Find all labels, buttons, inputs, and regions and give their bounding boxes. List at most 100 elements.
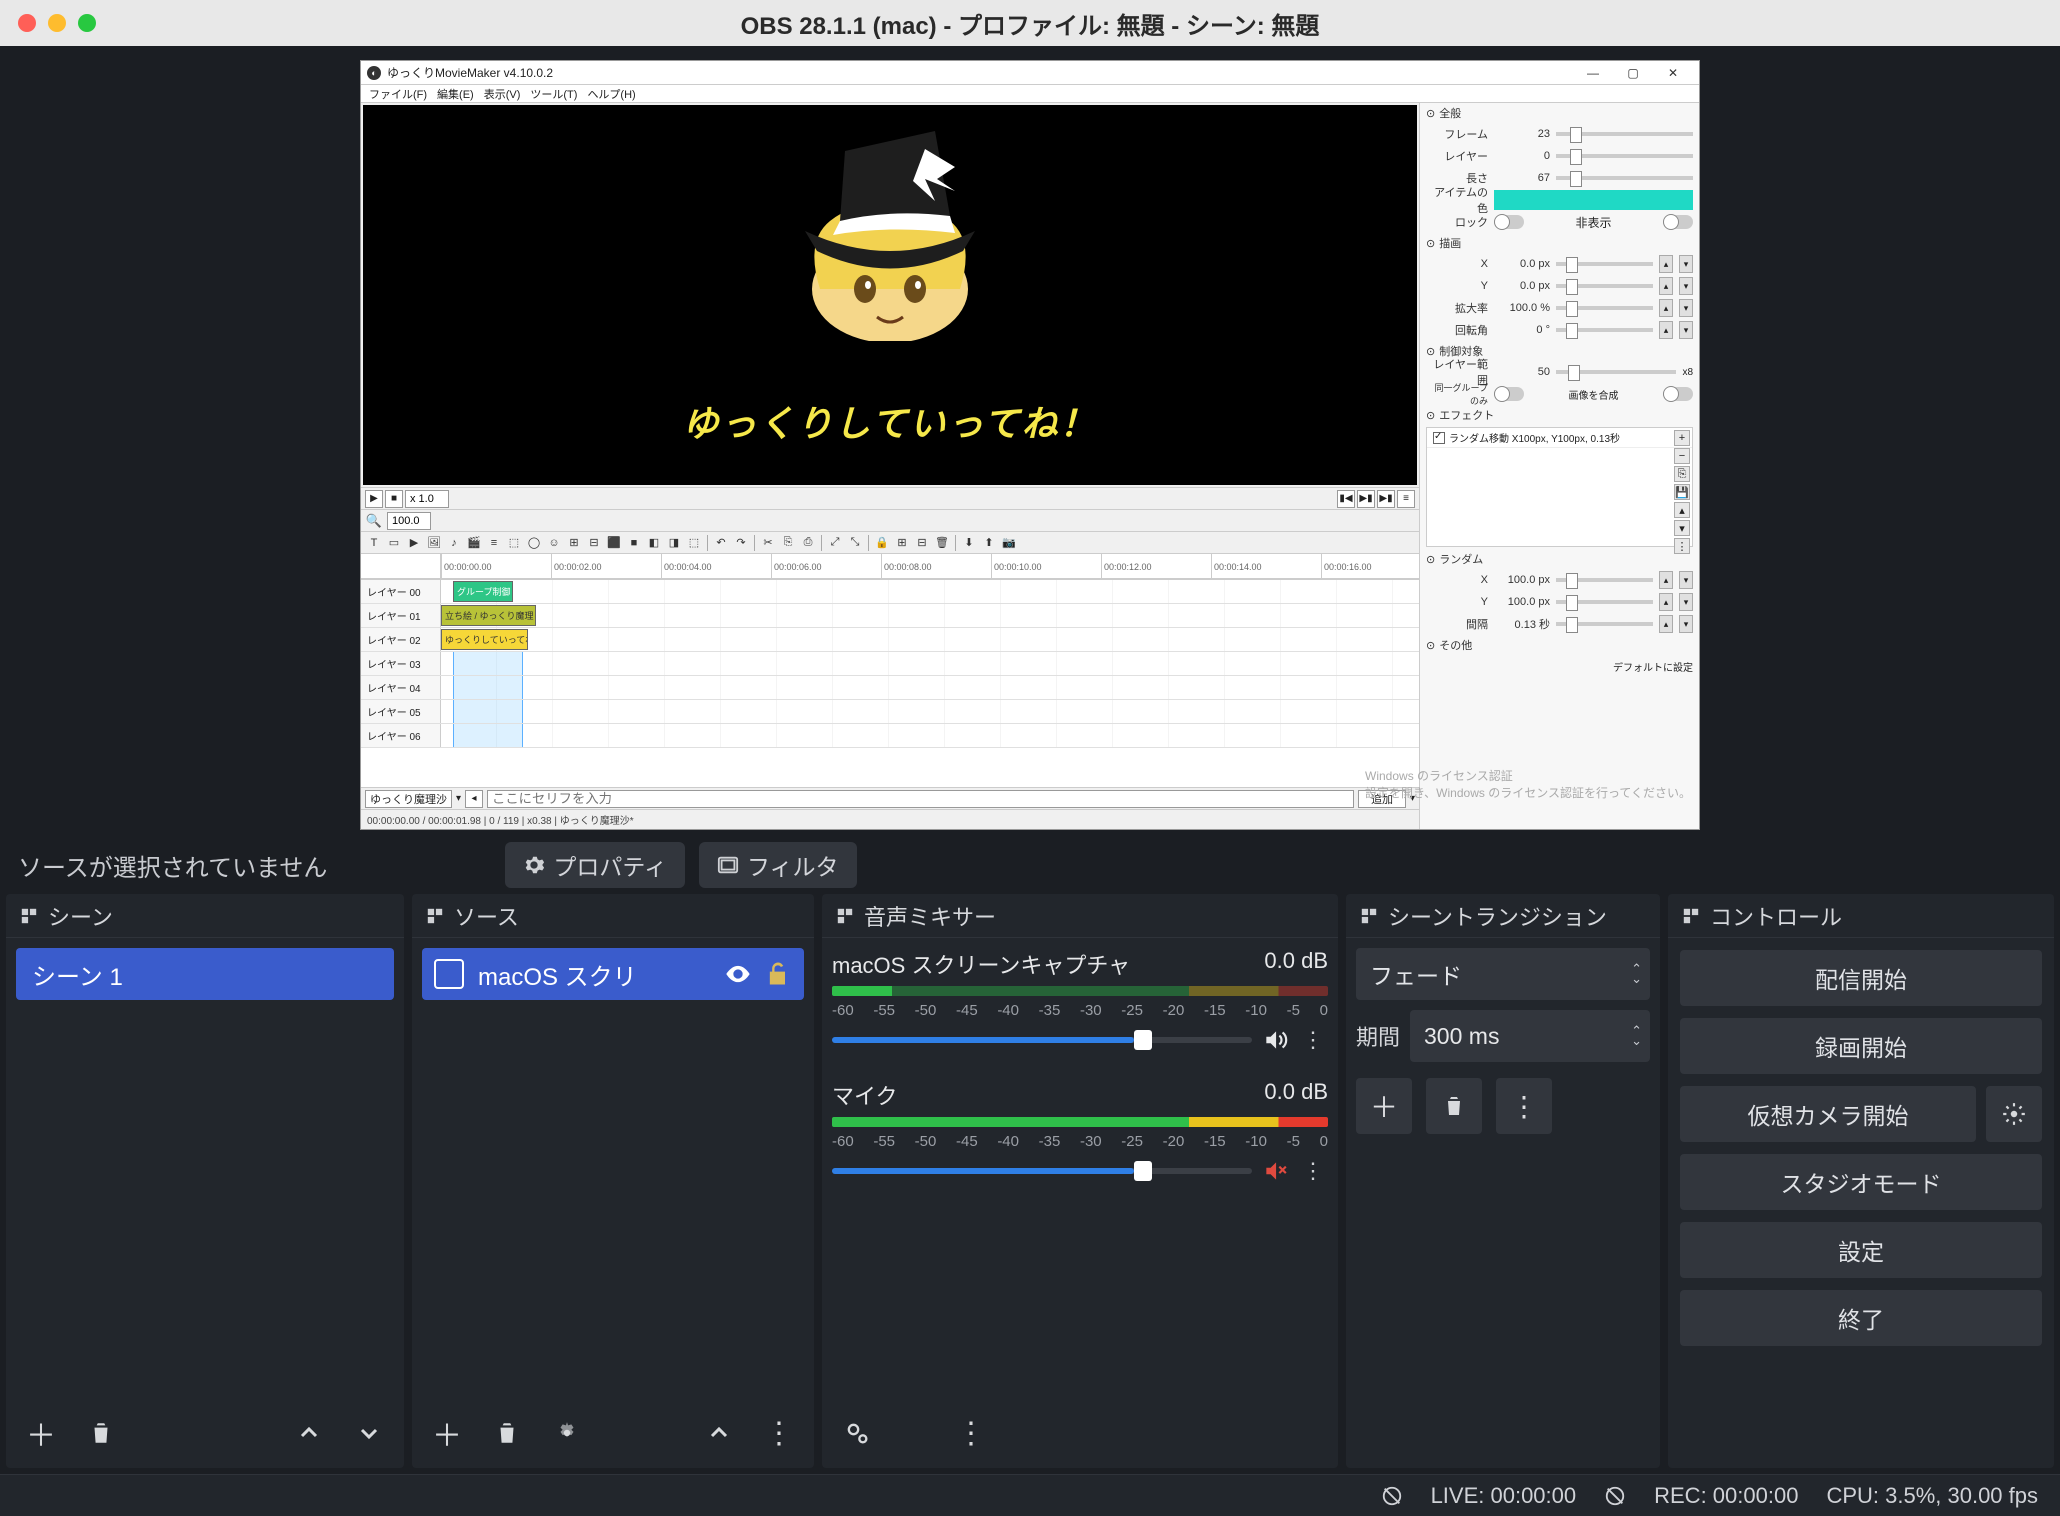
add-scene-button[interactable]: ＋ [18,1410,64,1456]
toolbar-icon[interactable]: ⬛ [605,534,623,552]
skip-back-icon[interactable]: ▮◀ [1337,490,1355,508]
effect-item[interactable]: ランダム移動 X100px, Y100px, 0.13秒 [1427,428,1692,448]
toolbar-icon[interactable]: ⊞ [893,534,911,552]
prop-slider[interactable] [1556,306,1653,310]
step-up-icon[interactable]: ▴ [1659,255,1673,273]
track-row[interactable]: レイヤー 05 [361,700,1419,724]
vcam-settings-button[interactable] [1986,1086,2042,1142]
toolbar-icon[interactable]: ⬚ [685,534,703,552]
step-down-icon[interactable]: ▾ [1679,571,1693,589]
toolbar-icon[interactable]: ↶ [712,534,730,552]
toolbar-icon[interactable]: ⬆ [980,534,998,552]
track-row[interactable]: レイヤー 01立ち絵 / ゆっくり魔理 [361,604,1419,628]
color-swatch[interactable] [1494,190,1693,210]
prop-value[interactable]: 0.0 px [1494,258,1550,270]
remove-transition-button[interactable] [1426,1078,1482,1134]
step-down-icon[interactable]: ▾ [1679,277,1693,295]
scene-item[interactable]: シーン 1 [16,948,394,1000]
step-up-icon[interactable]: ▴ [1659,571,1673,589]
stop-icon[interactable]: ■ [385,490,403,508]
track-row[interactable]: レイヤー 00グループ制御 [361,580,1419,604]
effect-menu-icon[interactable]: ⋮ [1674,538,1690,554]
serifu-prev-icon[interactable]: ◂ [465,790,483,808]
step-down-icon[interactable]: ▾ [1679,321,1693,339]
character-select[interactable]: ゆっくり魔理沙 [365,790,452,808]
effect-down-icon[interactable]: ▾ [1674,520,1690,536]
effect-list[interactable]: ランダム移動 X100px, Y100px, 0.13秒 + − ⎘ 💾 ▴ ▾… [1426,427,1693,547]
timeline-clip[interactable]: ゆっくりしていってね！ [441,629,528,650]
transition-select[interactable]: フェード ⌃⌄ [1356,948,1650,1000]
toolbar-icon[interactable]: ◧ [645,534,663,552]
channel-menu-button[interactable]: ⋮ [1298,1156,1328,1186]
toolbar-icon[interactable]: ⎘ [779,534,797,552]
effect-up-icon[interactable]: ▴ [1674,502,1690,518]
spinner-updown-icon[interactable]: ⌃⌄ [1631,1026,1642,1046]
remove-source-button[interactable] [484,1410,530,1456]
section-header[interactable]: エフェクト [1420,405,1699,425]
transition-duration-input[interactable]: 300 ms ⌃⌄ [1410,1010,1650,1062]
prop-slider[interactable] [1556,578,1653,582]
toggle-lock[interactable] [1494,215,1524,229]
prop-value[interactable]: 100.0 px [1494,574,1550,586]
studio-mode-button[interactable]: スタジオモード [1680,1154,2042,1210]
prop-slider[interactable] [1556,132,1693,136]
toolbar-icon[interactable]: ◯ [525,534,543,552]
prop-value[interactable]: 0.13 秒 [1494,616,1550,632]
source-up-button[interactable] [696,1410,742,1456]
prop-value[interactable]: 100.0 px [1494,596,1550,608]
menu-help[interactable]: ヘルプ(H) [587,86,635,102]
preview-area[interactable]: ◐ ゆっくりMovieMaker v4.10.0.2 — ▢ ✕ ファイル(F)… [0,46,2060,836]
prop-slider[interactable] [1556,262,1653,266]
transitions-header[interactable]: シーントランジション [1346,894,1660,938]
speaker-icon[interactable] [1262,1027,1288,1053]
toolbar-icon[interactable]: ⬚ [505,534,523,552]
scene-up-button[interactable] [286,1410,332,1456]
track-content[interactable] [441,700,1419,723]
toolbar-icon[interactable]: ▶ [405,534,423,552]
toolbar-icon[interactable]: ✂ [759,534,777,552]
effect-save-icon[interactable]: 💾 [1674,484,1690,500]
volume-knob[interactable] [1134,1161,1152,1181]
toolbar-icon[interactable]: ■ [625,534,643,552]
serifu-input[interactable] [487,790,1354,808]
mixer-header[interactable]: 音声ミキサー [822,894,1338,938]
maximize-icon[interactable]: ▢ [1613,62,1653,84]
toolbar-icon[interactable]: ≡ [485,534,503,552]
prop-slider[interactable] [1556,154,1693,158]
source-settings-button[interactable] [544,1410,590,1456]
toggle-compose[interactable] [1663,387,1693,401]
toggle-hide[interactable] [1663,215,1693,229]
effect-add-icon[interactable]: + [1674,430,1690,446]
prop-slider[interactable] [1556,600,1653,604]
prop-value[interactable]: 0.0 px [1494,280,1550,292]
reset-button[interactable]: デフォルトに設定 [1426,659,1693,674]
step-up-icon[interactable]: ▴ [1659,299,1673,317]
menu-file[interactable]: ファイル(F) [369,86,427,102]
source-item[interactable]: macOS スクリ [422,948,804,1000]
source-menu-button[interactable]: ⋮ [756,1410,802,1456]
zoom-icon[interactable]: 🔍 [365,512,383,530]
visibility-icon[interactable] [724,960,752,988]
toolbar-icon[interactable]: ◨ [665,534,683,552]
toolbar-icon[interactable]: 🎬 [465,534,483,552]
prop-slider[interactable] [1556,284,1653,288]
timeline-tracks[interactable]: レイヤー 00グループ制御レイヤー 01立ち絵 / ゆっくり魔理レイヤー 02ゆ… [361,579,1419,787]
volume-slider[interactable] [832,1168,1252,1174]
toolbar-icon[interactable]: ↷ [732,534,750,552]
minimize-icon[interactable]: — [1573,62,1613,84]
prop-slider[interactable] [1556,622,1653,626]
menu-edit[interactable]: 編集(E) [437,86,474,102]
track-content[interactable]: ゆっくりしていってね！ [441,628,1419,651]
prop-value[interactable]: 67 [1494,172,1550,184]
track-content[interactable]: 立ち絵 / ゆっくり魔理 [441,604,1419,627]
toolbar-icon[interactable]: ⤡ [846,534,864,552]
track-row[interactable]: レイヤー 04 [361,676,1419,700]
step-down-icon[interactable]: ▾ [1679,299,1693,317]
play-icon[interactable]: ▶ [365,490,383,508]
track-content[interactable] [441,652,1419,675]
timeline-clip[interactable]: 立ち絵 / ゆっくり魔理 [441,605,536,626]
add-transition-button[interactable]: ＋ [1356,1078,1412,1134]
step-up-icon[interactable]: ▴ [1659,321,1673,339]
toolbar-icon[interactable]: ▭ [385,534,403,552]
prop-slider[interactable] [1556,370,1676,374]
